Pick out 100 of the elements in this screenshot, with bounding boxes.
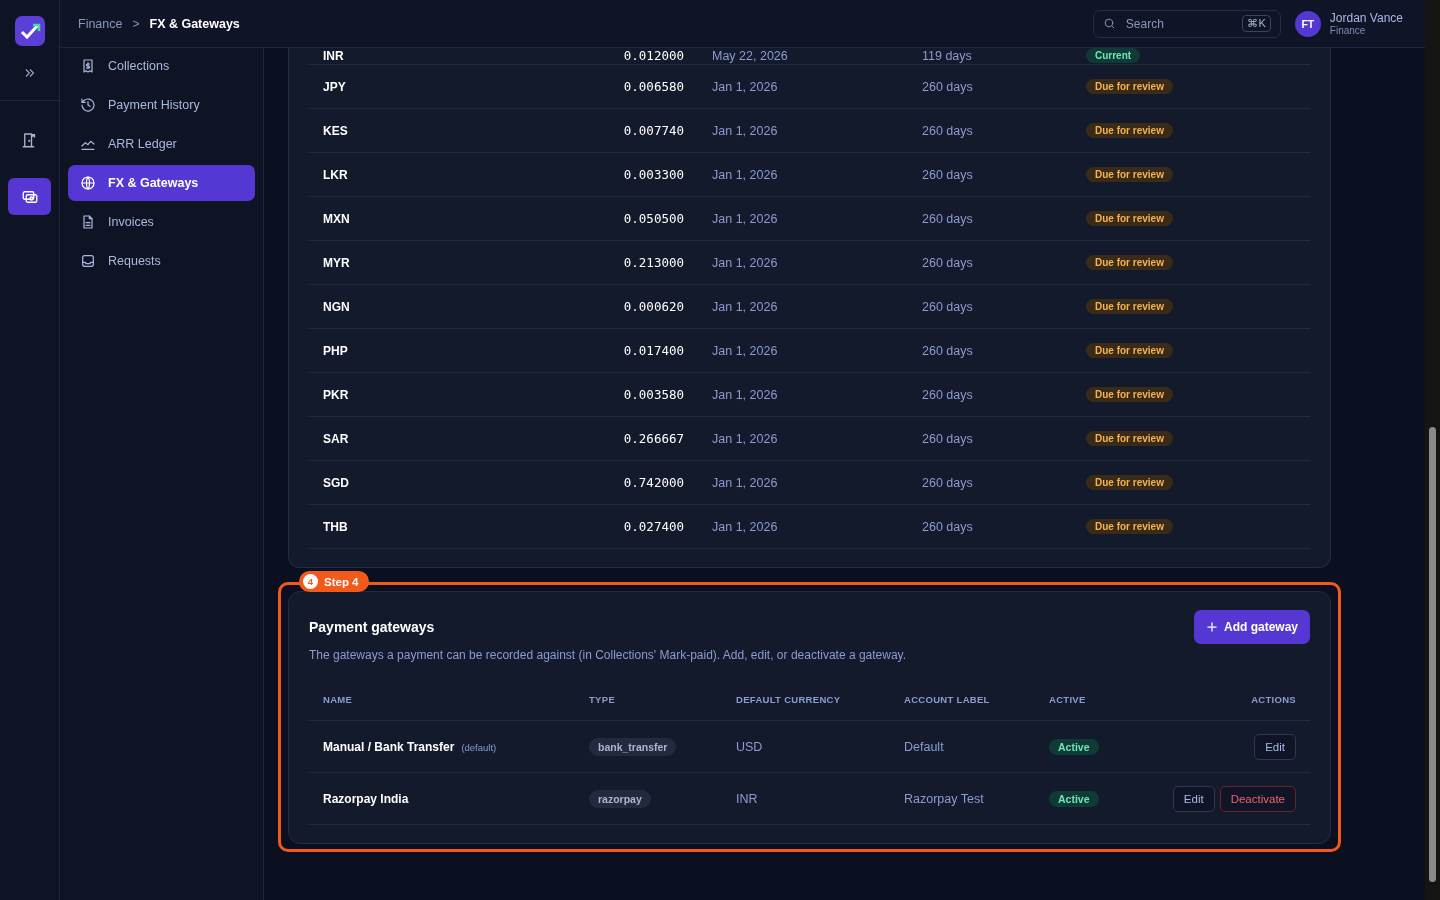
rate-cell-text: 0.027400 <box>622 519 684 534</box>
currency-cell-text: KES <box>323 123 349 138</box>
user-name: Jordan Vance <box>1329 11 1403 25</box>
rate-cell-text: 0.003300 <box>622 167 684 182</box>
add-gateway-button[interactable]: Add gateway <box>1194 610 1310 644</box>
age-cell-text: 260 days <box>922 387 974 402</box>
document-icon <box>80 214 96 230</box>
date-cell-text: Jan 1, 2026 <box>711 255 779 270</box>
status-badge: Due for review <box>1086 299 1173 314</box>
search-icon <box>1102 17 1116 30</box>
app-logo[interactable] <box>14 16 45 46</box>
search-field[interactable]: Search ⌘K <box>1092 9 1281 38</box>
date-cell-text: May 22, 2026 <box>711 48 789 63</box>
status-badge: Due for review <box>1086 475 1173 490</box>
currency-cell-text: INR <box>323 48 345 63</box>
active-badge: Active <box>1049 790 1099 807</box>
column-header: DEFAULT CURRENCY <box>736 693 842 705</box>
type-tag: razorpay <box>589 789 651 808</box>
date-cell-text: Jan 1, 2026 <box>711 431 779 446</box>
rate-cell-text: 0.003580 <box>622 387 684 402</box>
sidebar-item[interactable]: ARR Ledger <box>68 126 255 162</box>
age-cell-text: 260 days <box>922 255 974 270</box>
inbox-icon <box>80 253 96 269</box>
column-header: ACTIVE <box>1049 693 1087 705</box>
age-cell-text: 260 days <box>922 79 974 94</box>
currency-cell-text: JPY <box>323 79 347 94</box>
user-role: Finance <box>1329 25 1367 36</box>
column-header: NAME <box>323 693 354 705</box>
currency-cell-text: USD <box>736 739 764 754</box>
currency-cell-text: SAR <box>323 431 350 446</box>
deactivate-button[interactable]: Deactivate <box>1219 785 1296 812</box>
rail-button[interactable] <box>8 178 51 215</box>
status-badge: Due for review <box>1086 79 1173 94</box>
section-title: Payment gateways <box>309 619 435 635</box>
rate-cell-text: 0.017400 <box>622 343 684 358</box>
date-cell-text: Jan 1, 2026 <box>711 519 779 534</box>
rate-cell-text: 0.000620 <box>622 299 684 314</box>
currency-cell-text: SGD <box>323 475 350 490</box>
age-cell-text: 260 days <box>922 431 974 446</box>
status-badge: Due for review <box>1086 211 1173 226</box>
status-badge: Due for review <box>1086 167 1173 182</box>
account-label-cell-text: Default <box>904 739 945 754</box>
age-cell-text: 119 days <box>922 48 973 63</box>
column-header: TYPE <box>589 693 616 705</box>
active-badge: Active <box>1049 738 1099 755</box>
user-avatar[interactable]: FT <box>1294 10 1321 37</box>
status-badge: Due for review <box>1086 387 1173 402</box>
status-badge: Due for review <box>1086 519 1173 534</box>
status-badge: Due for review <box>1086 431 1173 446</box>
column-header: ACTIONS <box>1250 693 1296 705</box>
scrollbar[interactable] <box>1425 0 1440 900</box>
age-cell-text: 260 days <box>922 211 974 226</box>
section-description: The gateways a payment can be recorded against (in Collections' Mark-paid). Add, edit, or deactivate a gateway. <box>309 648 908 662</box>
column-header: ACCOUNT LABEL <box>904 693 991 705</box>
sidebar-item[interactable]: Payment History <box>68 87 255 123</box>
breadcrumb-link[interactable]: Finance <box>78 16 123 31</box>
breadcrumb-current: FX & Gateways <box>149 16 240 31</box>
default-note: (default) <box>461 741 497 753</box>
currency-cell-text: PHP <box>323 343 349 358</box>
rate-cell-text: 0.213000 <box>622 255 684 270</box>
rate-cell-text: 0.012000 <box>622 48 684 63</box>
status-badge: Due for review <box>1086 255 1173 270</box>
rate-cell-text: 0.266667 <box>622 431 684 446</box>
age-cell-text: 260 days <box>922 123 974 138</box>
date-cell-text: Jan 1, 2026 <box>711 211 779 226</box>
edit-button[interactable]: Edit <box>1172 785 1215 812</box>
shortcut-hint: ⌘K <box>1242 15 1271 32</box>
status-badge: Due for review <box>1086 123 1173 138</box>
status-badge: Due for review <box>1086 343 1173 358</box>
currency-cell-text: INR <box>736 791 759 806</box>
sidebar-item[interactable]: FX & Gateways <box>68 165 255 201</box>
date-cell-text: Jan 1, 2026 <box>711 299 779 314</box>
currency-cell-text: MYR <box>323 255 351 270</box>
date-cell-text: Jan 1, 2026 <box>711 475 779 490</box>
currency-cell-text: LKR <box>323 167 349 182</box>
age-cell-text: 260 days <box>922 299 974 314</box>
edit-button[interactable]: Edit <box>1254 733 1296 760</box>
rate-cell-text: 0.742000 <box>622 475 684 490</box>
currency-cell-text: PKR <box>323 387 350 402</box>
sidebar-item[interactable]: Collections <box>68 48 255 84</box>
account-label-cell-text: Razorpay Test <box>904 791 985 806</box>
rate-cell-text: 0.007740 <box>622 123 684 138</box>
rate-cell-text: 0.050500 <box>622 211 684 226</box>
search-input[interactable]: Search <box>1123 15 1235 32</box>
plus-icon <box>1206 621 1218 633</box>
age-cell-text: 260 days <box>922 519 974 534</box>
history-icon <box>80 97 96 113</box>
breadcrumb-separator: > <box>132 16 140 31</box>
age-cell-text: 260 days <box>922 343 974 358</box>
sidebar-item[interactable]: Requests <box>68 243 255 279</box>
date-cell-text: Jan 1, 2026 <box>711 79 779 94</box>
date-cell-text: Jan 1, 2026 <box>711 167 779 182</box>
currency-cell-text: NGN <box>323 299 351 314</box>
step-badge: 4 Step 4 <box>299 571 369 592</box>
gateway-name: Razorpay India <box>323 791 409 806</box>
age-cell-text: 260 days <box>922 475 974 490</box>
gateway-name: Manual / Bank Transfer <box>323 739 455 754</box>
currency-cell-text: MXN <box>323 211 351 226</box>
sidebar-item[interactable]: Invoices <box>68 204 255 240</box>
currency-cell-text: THB <box>323 519 349 534</box>
